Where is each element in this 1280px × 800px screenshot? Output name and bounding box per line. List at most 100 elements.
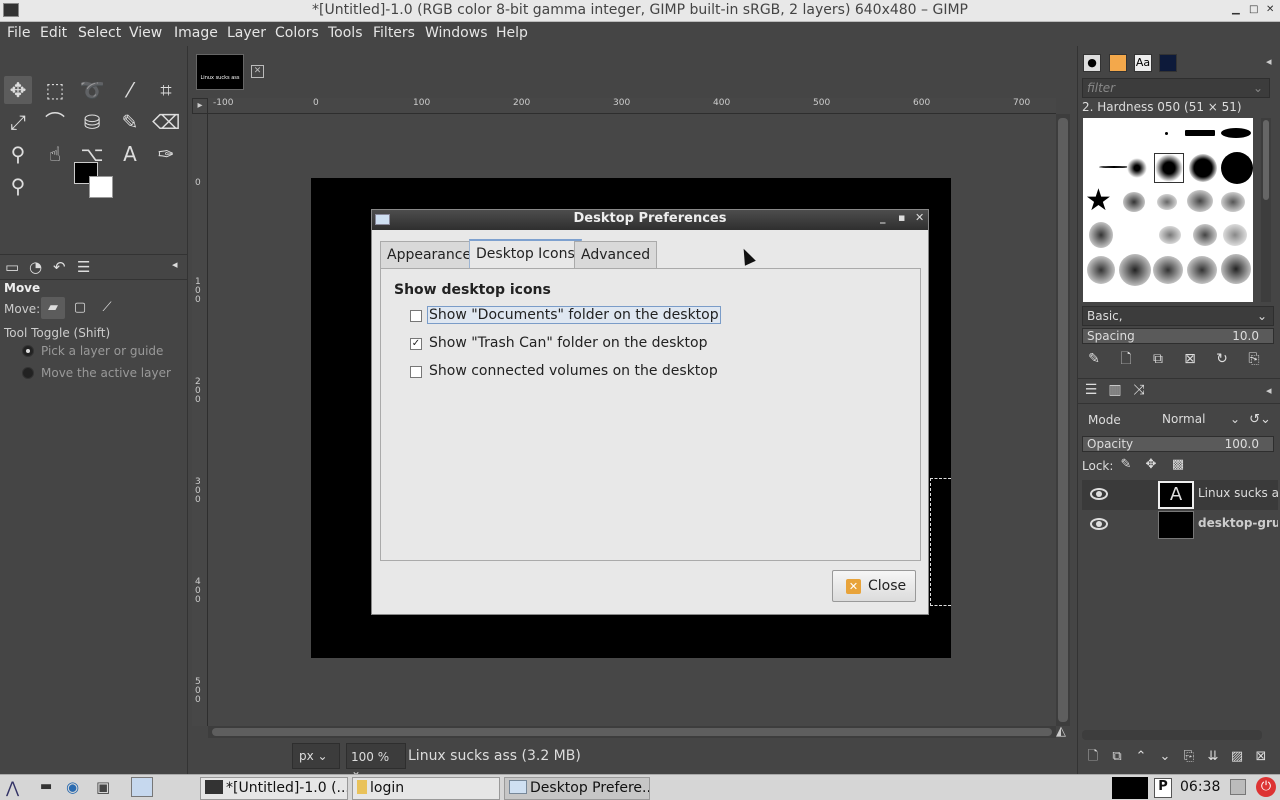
unit-select[interactable]: px ⌄ bbox=[292, 743, 340, 769]
brush-grid[interactable]: ★ bbox=[1083, 118, 1253, 302]
clone-tool-icon[interactable]: ⚲ bbox=[4, 140, 32, 168]
move-active-layer-radio[interactable] bbox=[22, 367, 34, 379]
open-brush-as-image-icon[interactable]: ⎘ bbox=[1243, 348, 1265, 370]
new-layer-icon[interactable]: 🗋 bbox=[1082, 746, 1104, 768]
maximize-icon[interactable]: □ bbox=[1249, 4, 1258, 15]
clock[interactable]: 06:38 bbox=[1180, 779, 1220, 795]
brush-swatch[interactable] bbox=[1157, 194, 1177, 210]
brush-swatch[interactable] bbox=[1165, 132, 1168, 135]
tab-advanced[interactable]: Advanced bbox=[574, 241, 658, 268]
menu-file[interactable]: File bbox=[7, 25, 30, 41]
navigate-icon[interactable]: ◭ bbox=[1056, 724, 1072, 740]
move-path-mode-icon[interactable]: ⟋ bbox=[95, 297, 119, 319]
show-trash-label[interactable]: Show "Trash Can" folder on the desktop bbox=[429, 335, 707, 351]
brush-swatch[interactable] bbox=[1153, 256, 1183, 284]
brush-swatch[interactable] bbox=[1193, 224, 1217, 246]
paintbrush-tool-icon[interactable]: ✎ bbox=[116, 108, 144, 136]
zoom-select[interactable]: 100 % ⌄ bbox=[346, 743, 406, 778]
background-color-swatch[interactable] bbox=[89, 176, 113, 198]
dock-menu-icon[interactable]: ◂ bbox=[172, 258, 178, 271]
duplicate-brush-icon[interactable]: ⧉ bbox=[1147, 348, 1169, 370]
channels-tab-icon[interactable]: ▥ bbox=[1104, 379, 1126, 401]
menu-tools[interactable]: Tools bbox=[328, 25, 363, 41]
task-gimp[interactable]: *[Untitled]-1.0 (... bbox=[200, 777, 348, 800]
ruler-corner-icon[interactable]: ▸ bbox=[192, 98, 208, 114]
new-brush-icon[interactable]: 🗋 bbox=[1115, 348, 1137, 370]
refresh-brushes-icon[interactable]: ↻ bbox=[1211, 348, 1233, 370]
delete-brush-icon[interactable]: ⊠ bbox=[1179, 348, 1201, 370]
menu-layer[interactable]: Layer bbox=[227, 25, 266, 41]
brush-swatch[interactable] bbox=[1087, 256, 1115, 284]
close-button[interactable]: ✕ Close bbox=[832, 570, 916, 602]
lock-pixels-icon[interactable]: ✎ bbox=[1116, 454, 1136, 476]
tool-options-tab-icon[interactable]: ▭ bbox=[5, 258, 19, 276]
menu-windows[interactable]: Windows bbox=[425, 25, 488, 41]
brushes-tab-icon[interactable]: ● bbox=[1083, 54, 1101, 72]
layer-row[interactable]: desktop-gru bbox=[1082, 510, 1278, 540]
text-tool-icon[interactable]: A bbox=[116, 140, 144, 168]
transform-tool-icon[interactable]: ⤢ bbox=[4, 108, 32, 136]
brush-swatch[interactable] bbox=[1127, 158, 1147, 178]
bucket-fill-tool-icon[interactable]: ⛁ bbox=[78, 108, 106, 136]
menu-image[interactable]: Image bbox=[174, 25, 218, 41]
zoom-tool-icon[interactable]: ⚲ bbox=[4, 172, 32, 200]
crop-tool-icon[interactable]: ⌗ bbox=[152, 76, 180, 104]
menu-filters[interactable]: Filters bbox=[373, 25, 415, 41]
show-documents-checkbox[interactable] bbox=[410, 310, 422, 322]
color-picker-tool-icon[interactable]: ✑ bbox=[152, 140, 180, 168]
pick-layer-radio[interactable] bbox=[22, 345, 34, 357]
vertical-scrollbar-thumb[interactable] bbox=[1058, 118, 1068, 722]
menu-select[interactable]: Select bbox=[78, 25, 121, 41]
new-layer-group-icon[interactable]: ⧉ bbox=[1106, 746, 1128, 768]
edit-brush-icon[interactable]: ✎ bbox=[1083, 348, 1105, 370]
mode-swap-icon[interactable]: ↺⌄ bbox=[1244, 408, 1276, 432]
horizontal-scrollbar-thumb[interactable] bbox=[212, 728, 1052, 736]
tab-appearance[interactable]: Appearance bbox=[380, 241, 479, 268]
lasso-tool-icon[interactable]: ➰ bbox=[78, 76, 106, 104]
dock-menu-icon[interactable]: ◂ bbox=[1266, 55, 1272, 68]
move-selection-mode-icon[interactable]: ▢ bbox=[68, 297, 92, 319]
lock-alpha-icon[interactable]: ▩ bbox=[1168, 454, 1188, 476]
dialog-minimize-icon[interactable]: _ bbox=[880, 211, 886, 224]
layer-name[interactable]: Linux sucks ass bbox=[1198, 486, 1278, 500]
star-brush-icon[interactable]: ★ bbox=[1085, 186, 1112, 216]
brush-swatch[interactable] bbox=[1185, 130, 1215, 136]
brush-scrollbar-thumb[interactable] bbox=[1263, 120, 1269, 200]
layer-name[interactable]: desktop-gru bbox=[1198, 516, 1278, 530]
undo-history-tab-icon[interactable]: ↶ bbox=[53, 258, 66, 276]
start-menu-icon[interactable]: ⋀ bbox=[6, 778, 19, 797]
desktop-icon[interactable]: ▬ bbox=[40, 779, 52, 794]
images-tab-icon[interactable]: ☰ bbox=[77, 258, 90, 276]
layers-tab-icon[interactable]: ☰ bbox=[1080, 379, 1102, 401]
power-icon[interactable]: ⏻ bbox=[1256, 777, 1276, 797]
patterns-tab-icon[interactable] bbox=[1109, 54, 1127, 72]
task-desktop-preferences[interactable]: Desktop Prefere... bbox=[504, 777, 650, 800]
move-tool-icon[interactable]: ✥ bbox=[4, 76, 32, 104]
fuzzy-select-tool-icon[interactable]: ⁄ bbox=[116, 76, 144, 104]
move-layer-mode-icon[interactable]: ▰ bbox=[41, 297, 65, 319]
brush-swatch[interactable] bbox=[1159, 226, 1181, 244]
show-documents-label[interactable]: Show "Documents" folder on the desktop bbox=[427, 306, 721, 324]
smudge-tool-icon[interactable]: ☝ bbox=[41, 140, 69, 168]
image-tab-close-icon[interactable]: ✕ bbox=[251, 65, 264, 78]
lock-screen-icon[interactable] bbox=[1230, 779, 1246, 795]
brush-swatch[interactable] bbox=[1189, 154, 1217, 182]
dialog-close-icon[interactable]: ✕ bbox=[915, 211, 924, 224]
menu-colors[interactable]: Colors bbox=[275, 25, 319, 41]
task-login[interactable]: login bbox=[352, 777, 500, 800]
brush-swatch[interactable] bbox=[1099, 166, 1129, 168]
dialog-maximize-icon[interactable]: ▪ bbox=[898, 211, 905, 224]
warp-tool-icon[interactable]: ⌒ bbox=[41, 108, 69, 136]
tab-desktop-icons[interactable]: Desktop Icons bbox=[469, 239, 582, 269]
file-manager-icon[interactable]: ▣ bbox=[96, 778, 110, 796]
layer-row[interactable]: A Linux sucks ass bbox=[1082, 480, 1278, 510]
menu-edit[interactable]: Edit bbox=[40, 25, 67, 41]
show-desktop-icon[interactable] bbox=[131, 777, 153, 797]
layer-mask-icon[interactable]: ▨ bbox=[1226, 746, 1248, 768]
minimize-icon[interactable]: ▁ bbox=[1232, 4, 1240, 15]
gradients-tab-icon[interactable] bbox=[1159, 54, 1177, 72]
device-status-tab-icon[interactable]: ◔ bbox=[29, 258, 42, 276]
image-tab-thumbnail[interactable]: Linux sucks ass bbox=[196, 54, 244, 90]
show-volumes-label[interactable]: Show connected volumes on the desktop bbox=[429, 363, 718, 379]
close-icon[interactable]: ✕ bbox=[1266, 4, 1274, 15]
